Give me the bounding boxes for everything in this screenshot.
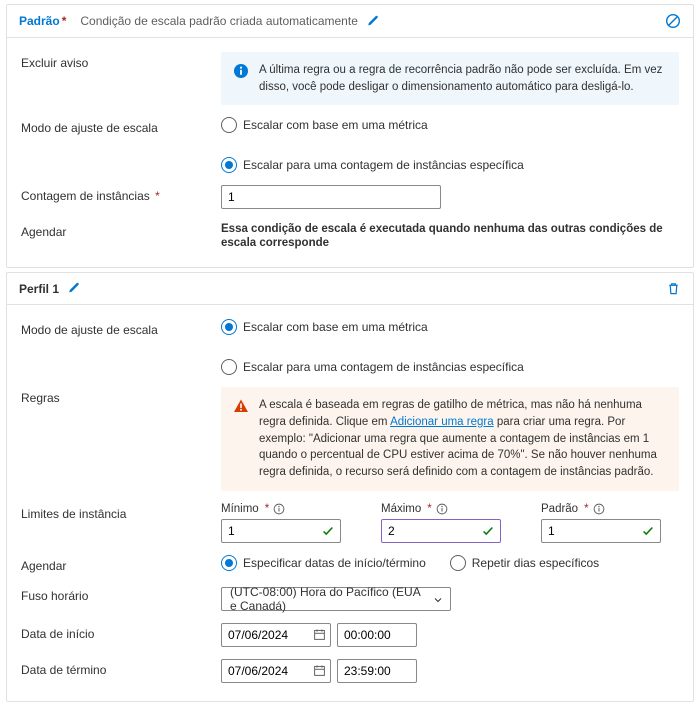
check-icon <box>481 524 495 541</box>
radio-metric-label: Escalar com base em uma métrica <box>243 118 428 132</box>
radio-count-label: Escalar para uma contagem de instâncias … <box>243 158 524 172</box>
card-title: Perfil 1 <box>19 282 59 296</box>
schedule-radios: Especificar datas de início/término Repe… <box>221 555 679 571</box>
radio-repeat-label: Repetir dias específicos <box>472 556 599 570</box>
radio-specify-dates[interactable]: Especificar datas de início/término <box>221 555 426 571</box>
calendar-icon[interactable] <box>313 664 326 680</box>
info-icon <box>233 63 249 85</box>
schedule-label: Agendar <box>21 221 221 239</box>
card-header: Padrão* Condição de escala padrão criada… <box>7 5 693 38</box>
scale-mode-radios: Escalar com base em uma métrica Escalar … <box>221 117 679 173</box>
warning-text: A escala é baseada em regras de gatilho … <box>259 397 667 480</box>
timezone-label: Fuso horário <box>21 585 221 603</box>
default-label: Padrão * <box>541 503 661 515</box>
form-body: Modo de ajuste de escala Escalar com bas… <box>7 305 693 700</box>
timezone-select[interactable]: (UTC-08:00) Hora do Pacífico (EUA e Cana… <box>221 587 451 611</box>
edit-icon[interactable] <box>67 282 80 295</box>
chevron-down-icon <box>432 594 444 609</box>
min-label: Mínimo * <box>221 503 341 515</box>
schedule-label: Agendar <box>21 555 221 573</box>
end-time-input[interactable] <box>337 659 417 683</box>
calendar-icon[interactable] <box>313 628 326 644</box>
scale-mode-label: Modo de ajuste de escala <box>21 319 221 337</box>
scale-mode-label: Modo de ajuste de escala <box>21 117 221 135</box>
timezone-value: (UTC-08:00) Hora do Pacífico (EUA e Cana… <box>230 585 426 613</box>
check-icon <box>321 524 335 541</box>
info-icon[interactable] <box>436 503 448 515</box>
max-block: Máximo * <box>381 503 501 543</box>
warning-icon <box>233 398 249 420</box>
title-text: Padrão <box>19 14 60 28</box>
check-icon <box>641 524 655 541</box>
form-body: Excluir aviso A última regra ou a regra … <box>7 38 693 267</box>
warning-alert: A escala é baseada em regras de gatilho … <box>221 387 679 490</box>
radio-metric[interactable]: Escalar com base em uma métrica <box>221 117 428 133</box>
required-star: * <box>155 189 160 203</box>
radio-repeat-days[interactable]: Repetir dias específicos <box>450 555 599 571</box>
radio-count[interactable]: Escalar para uma contagem de instâncias … <box>221 157 524 173</box>
start-time-input[interactable] <box>337 623 417 647</box>
min-block: Mínimo * <box>221 503 341 543</box>
radio-dates-label: Especificar datas de início/término <box>243 556 426 570</box>
radio-count[interactable]: Escalar para uma contagem de instâncias … <box>221 359 524 375</box>
start-date-label: Data de início <box>21 623 221 641</box>
card-title: Padrão* <box>19 14 66 28</box>
delete-icon[interactable] <box>666 281 681 296</box>
card-header: Perfil 1 <box>7 273 693 305</box>
disable-icon[interactable] <box>665 13 681 29</box>
end-date-label: Data de término <box>21 659 221 677</box>
default-condition-card: Padrão* Condição de escala padrão criada… <box>6 4 694 268</box>
edit-icon[interactable] <box>366 15 379 28</box>
default-block: Padrão * <box>541 503 661 543</box>
radio-metric-label: Escalar com base em uma métrica <box>243 320 428 334</box>
exclude-warning-label: Excluir aviso <box>21 52 221 70</box>
max-label: Máximo * <box>381 503 501 515</box>
info-icon[interactable] <box>593 503 605 515</box>
radio-metric[interactable]: Escalar com base em uma métrica <box>221 319 428 335</box>
info-alert: A última regra ou a regra de recorrência… <box>221 52 679 105</box>
info-text: A última regra ou a regra de recorrência… <box>259 62 667 95</box>
instance-count-input[interactable] <box>221 185 441 209</box>
card-subtitle: Condição de escala padrão criada automat… <box>80 14 358 28</box>
scale-mode-radios: Escalar com base em uma métrica Escalar … <box>221 319 679 375</box>
instance-count-label: Contagem de instâncias * <box>21 185 221 203</box>
limits-group: Mínimo * Máximo * <box>221 503 679 543</box>
rules-label: Regras <box>21 387 221 405</box>
radio-count-label: Escalar para uma contagem de instâncias … <box>243 360 524 374</box>
required-star: * <box>62 14 67 28</box>
info-icon[interactable] <box>273 503 285 515</box>
add-rule-link[interactable]: Adicionar uma regra <box>390 416 494 428</box>
profile-1-card: Perfil 1 Modo de ajuste de escala Escala… <box>6 272 694 701</box>
schedule-note: Essa condição de escala é executada quan… <box>221 223 663 249</box>
instance-limits-label: Limites de instância <box>21 503 221 521</box>
